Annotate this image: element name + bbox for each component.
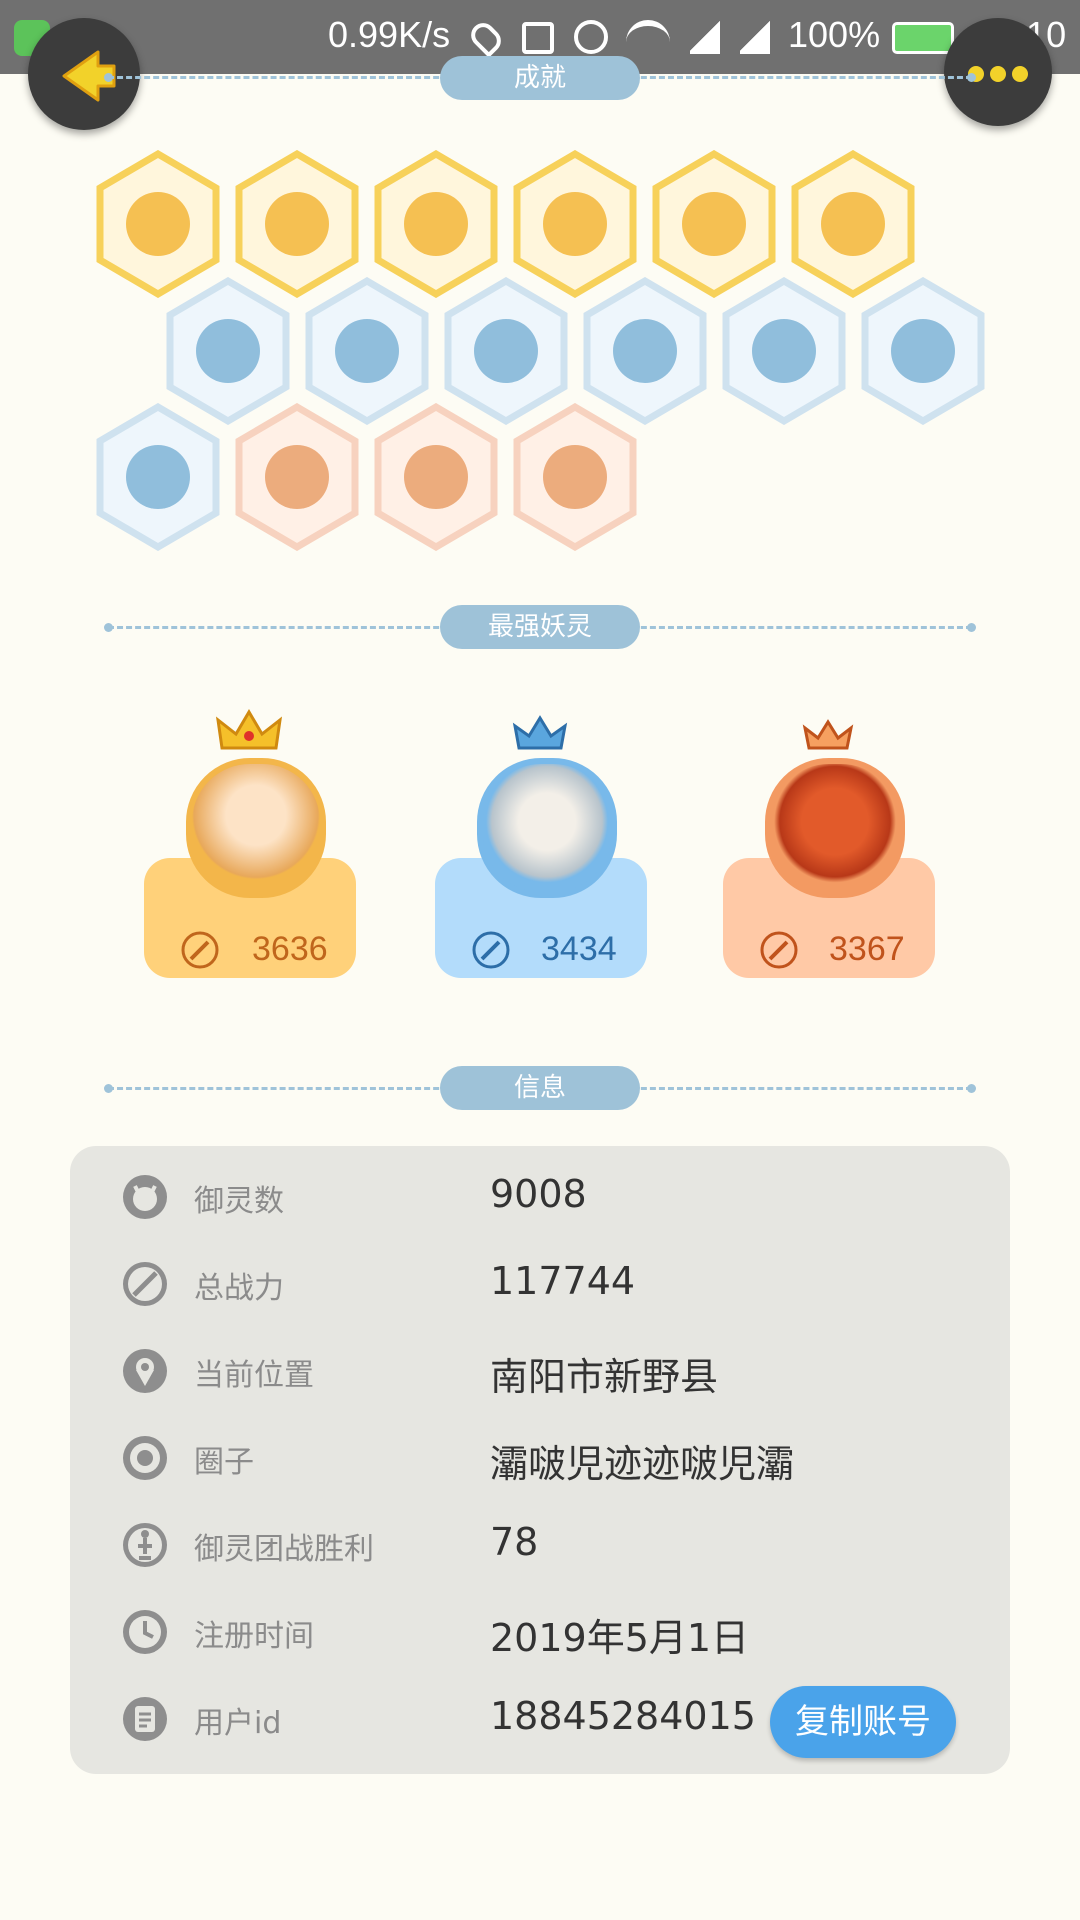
info-row-power: 总战力 117744 <box>70 1249 1010 1319</box>
info-label: 总战力 <box>194 1271 284 1306</box>
more-dots-icon <box>968 66 1028 82</box>
hero-card-blue[interactable]: 3434 <box>435 708 647 988</box>
wifi-icon <box>626 20 670 54</box>
info-value: 78 <box>490 1520 539 1564</box>
info-row-victories: 御灵团战胜利 78 <box>70 1510 1010 1580</box>
achievement-badge[interactable] <box>511 403 639 551</box>
clock-icon <box>120 1607 170 1657</box>
spirit-figure-icon <box>474 319 538 383</box>
sneaker-icon <box>126 192 190 256</box>
signal-icon <box>690 18 720 54</box>
spirit-icon <box>120 1172 170 1222</box>
info-row-circle: 圈子 灞啵児迹迹啵児灞 <box>70 1423 1010 1493</box>
info-value: 9008 <box>490 1172 587 1216</box>
arrow-left-icon <box>62 50 116 102</box>
hero-power: 3636 <box>252 930 328 968</box>
fox-balloon-icon <box>613 319 677 383</box>
sun-trophy-icon <box>265 192 329 256</box>
avatar <box>186 758 326 898</box>
circle-target-icon <box>120 1433 170 1483</box>
id-card-icon <box>120 1694 170 1744</box>
info-row-userid: 用户id 18845284015 复制账号 <box>70 1684 1010 1758</box>
achievement-badge[interactable] <box>511 150 639 298</box>
hero-power: 3434 <box>541 930 617 968</box>
yin-yang-box-icon <box>821 192 885 256</box>
crystal-icon <box>335 319 399 383</box>
alarm-icon <box>574 20 608 54</box>
crown-icon <box>793 708 863 758</box>
achievement-badge[interactable] <box>94 150 222 298</box>
battery-percent: 100% <box>788 14 881 55</box>
ox-statue-icon <box>543 445 607 509</box>
avatar <box>477 758 617 898</box>
achievement-badge[interactable] <box>233 403 361 551</box>
info-value: 117744 <box>490 1259 636 1303</box>
network-speed: 0.99K/s <box>328 14 451 55</box>
cloud-creature-icon <box>891 319 955 383</box>
achievement-badge[interactable] <box>233 150 361 298</box>
mute-icon <box>522 22 554 54</box>
info-label: 用户id <box>194 1706 282 1741</box>
hero-power: 3367 <box>829 930 905 968</box>
avatar <box>765 758 905 898</box>
back-button[interactable] <box>28 18 140 130</box>
location-icon <box>466 18 506 58</box>
info-label: 御灵数 <box>194 1184 284 1219</box>
cat-mask-icon <box>404 192 468 256</box>
section-title-strongest: 最强妖灵 <box>440 605 640 649</box>
cat-cart-icon <box>265 445 329 509</box>
info-label: 御灵团战胜利 <box>194 1532 374 1567</box>
koi-fish-icon <box>404 445 468 509</box>
achievement-badge[interactable] <box>720 277 848 425</box>
achievement-badge[interactable] <box>789 150 917 298</box>
golden-orb-icon <box>543 192 607 256</box>
hero-card-orange[interactable]: 3367 <box>723 708 935 988</box>
moon-planet-icon <box>196 319 260 383</box>
info-label: 注册时间 <box>194 1619 314 1654</box>
trophy-figure-icon <box>120 1520 170 1570</box>
signal-icon-2 <box>740 18 770 54</box>
copy-account-button[interactable]: 复制账号 <box>770 1686 956 1758</box>
info-panel: 御灵数 9008 总战力 117744 当前位置 南阳市新野县 圈子 灞啵児迹迹… <box>70 1146 1010 1774</box>
achievement-badge[interactable] <box>859 277 987 425</box>
location-pin-icon <box>120 1346 170 1396</box>
achievement-badge[interactable] <box>94 403 222 551</box>
info-value: 南阳市新野县 <box>490 1355 719 1399</box>
crown-icon <box>214 708 284 758</box>
info-label: 当前位置 <box>194 1358 314 1393</box>
hero-card-gold[interactable]: 3636 <box>144 708 356 988</box>
sword-icon <box>471 930 511 970</box>
crown-icon <box>505 708 575 758</box>
info-value: 2019年5月1日 <box>490 1616 750 1660</box>
info-row-spirits: 御灵数 9008 <box>70 1162 1010 1232</box>
achievement-badge[interactable] <box>650 150 778 298</box>
info-value: 18845284015 <box>490 1694 756 1738</box>
section-title-achievements: 成就 <box>440 56 640 100</box>
sword-icon <box>759 930 799 970</box>
info-value: 灞啵児迹迹啵児灞 <box>490 1442 795 1486</box>
shield-portal-icon <box>752 319 816 383</box>
section-title-info: 信息 <box>440 1066 640 1110</box>
fox-book-icon <box>126 445 190 509</box>
sword-icon <box>180 930 220 970</box>
info-label: 圈子 <box>194 1445 254 1480</box>
info-row-registered: 注册时间 2019年5月1日 <box>70 1597 1010 1667</box>
info-row-location: 当前位置 南阳市新野县 <box>70 1336 1010 1406</box>
more-button[interactable] <box>944 18 1052 126</box>
achievement-badge[interactable] <box>372 403 500 551</box>
sword-icon <box>120 1259 170 1309</box>
achievement-badge[interactable] <box>372 150 500 298</box>
yin-yang-comet-icon <box>682 192 746 256</box>
